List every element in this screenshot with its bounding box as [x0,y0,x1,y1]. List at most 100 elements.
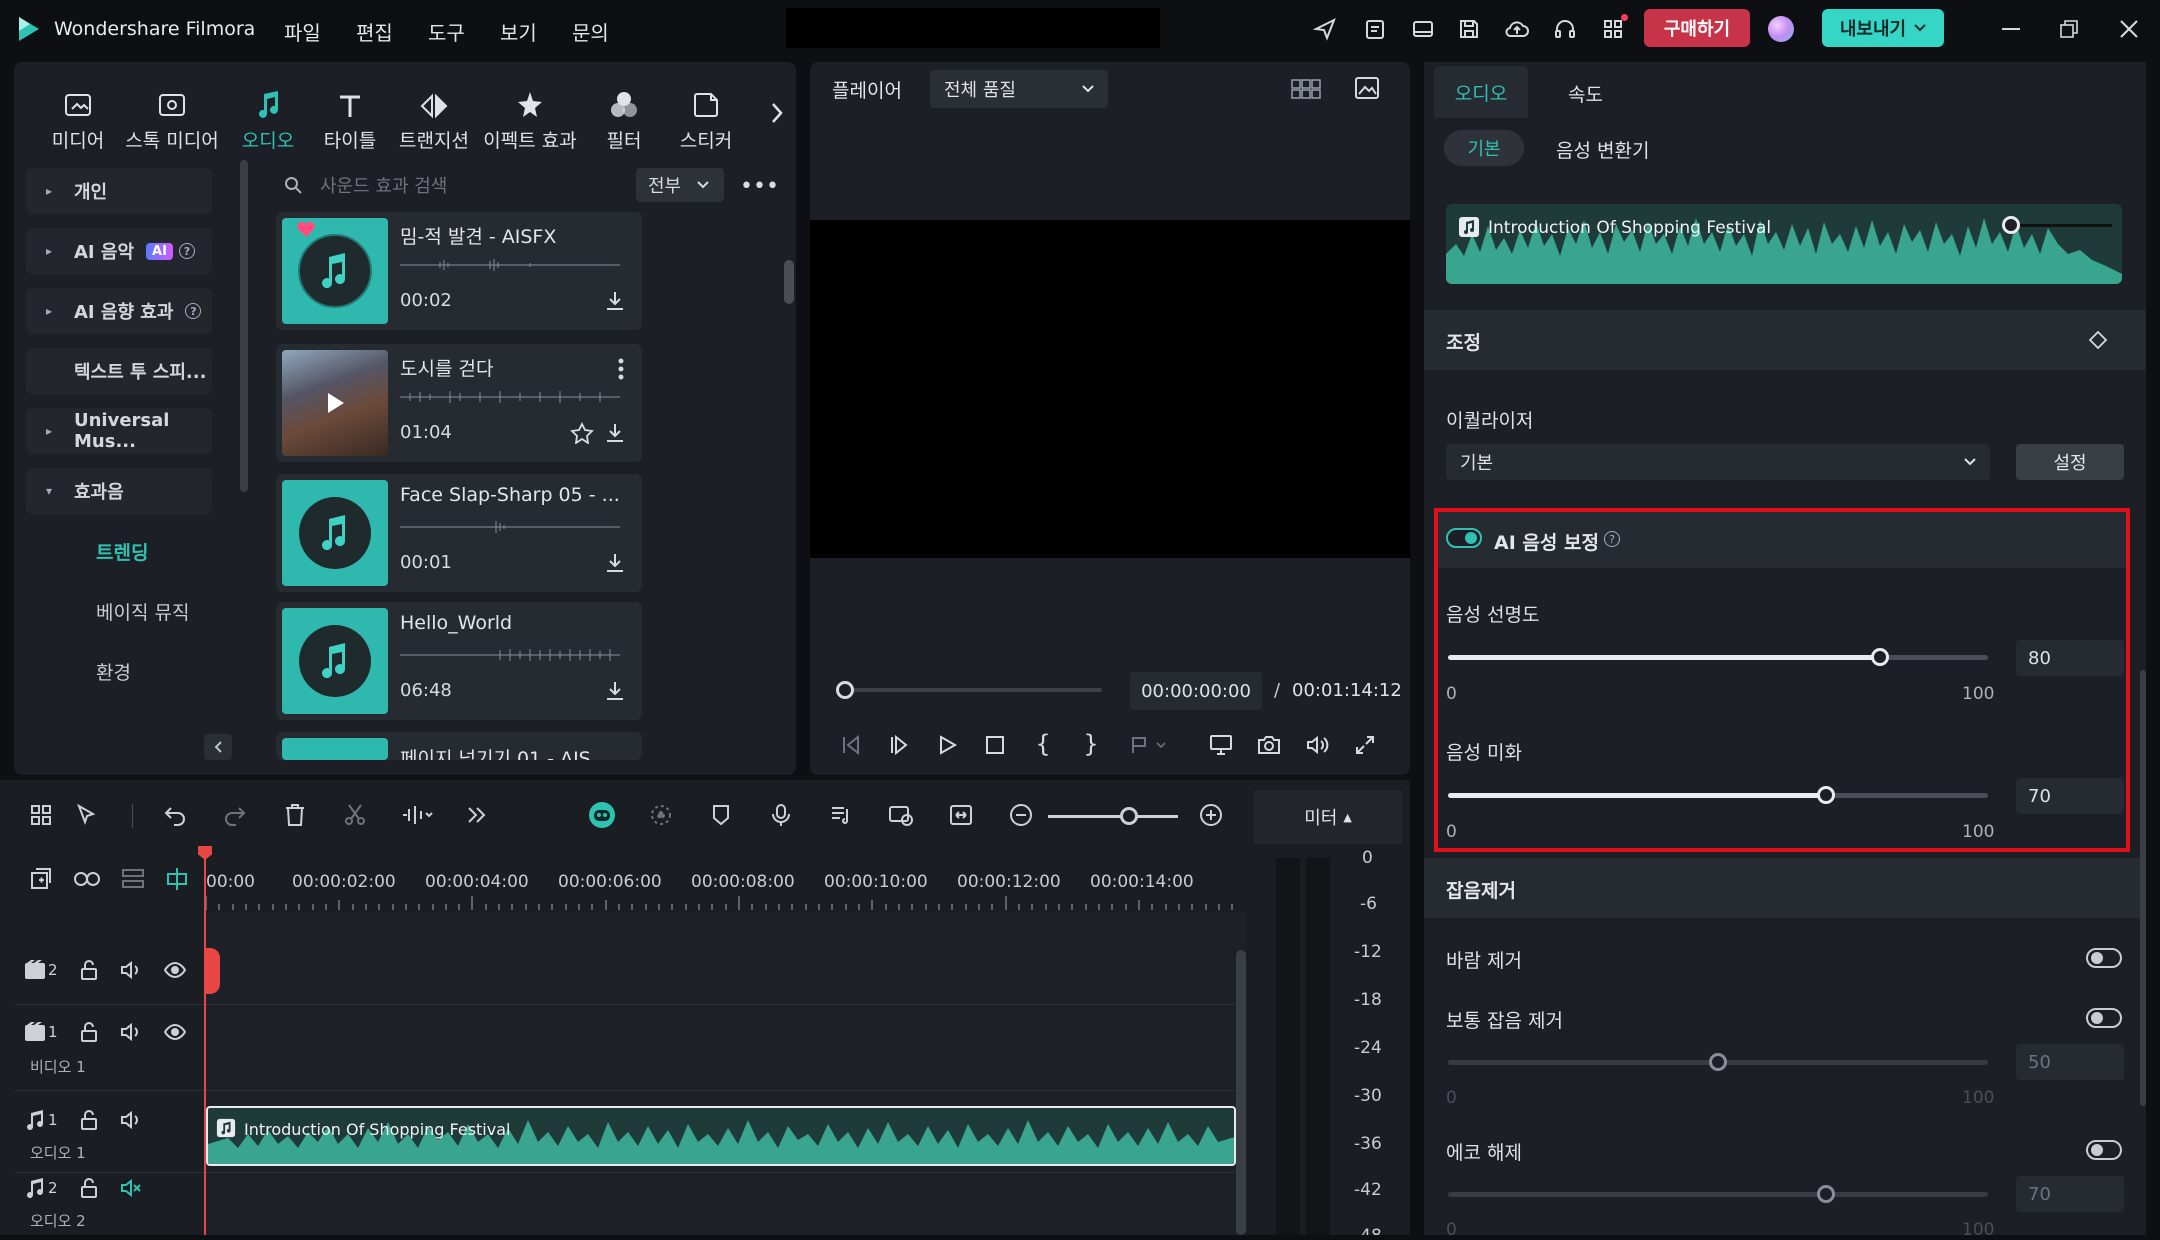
list-item[interactable]: 도시를 걷다 01:04 [276,344,642,462]
tab-audio-properties[interactable]: 오디오 [1434,66,1528,118]
list-item[interactable]: 페이지 넘기기 01 - AIS [276,732,642,760]
echo-removal-toggle[interactable] [2086,1140,2122,1160]
subtab-basic[interactable]: 기본 [1444,130,1524,166]
export-button[interactable]: 내보내기 [1822,9,1944,47]
help-icon[interactable]: ? [178,243,195,259]
undo-icon[interactable] [160,800,190,830]
cloud-upload-icon[interactable] [1502,14,1532,44]
menu-edit[interactable]: 편집 [356,17,393,46]
zoom-out-icon[interactable] [1006,800,1036,830]
list-scrollbar[interactable] [784,260,794,304]
restore-icon[interactable] [2054,14,2084,44]
nav-item-personal[interactable]: ▸ 개인 [26,168,212,214]
lock-icon[interactable] [80,1178,98,1198]
normal-noise-knob[interactable] [1709,1053,1727,1071]
tab-stickers[interactable]: 스티커 [656,88,756,153]
audio-clip-preview[interactable]: Introduction Of Shopping Festival [1446,204,2122,284]
filter-dropdown[interactable]: 전부 [636,168,724,202]
menu-tools[interactable]: 도구 [428,17,465,46]
zoom-slider-knob[interactable] [1120,807,1138,825]
list-item[interactable]: Hello_World 06:48 [276,602,642,720]
link-icon[interactable] [72,864,102,894]
menu-help[interactable]: 문의 [572,17,609,46]
video-preview[interactable] [810,220,1410,558]
meter-header[interactable]: 미터 ▲ [1254,790,1402,844]
tab-effects[interactable]: 이펙트 효과 [478,88,582,153]
nav-item-universal-music[interactable]: ▸ Universal Mus... [26,408,212,454]
stop-icon[interactable] [980,730,1010,760]
list-item[interactable]: 밈-적 발견 - AISFX 00:02 [276,212,642,330]
download-icon[interactable] [604,552,626,574]
wind-removal-toggle[interactable] [2086,948,2122,968]
help-icon[interactable]: ? [185,303,202,319]
buy-button[interactable]: 구매하기 [1644,9,1750,47]
play-frame-icon[interactable] [884,730,914,760]
ai-assistant-icon[interactable] [586,800,618,830]
speaker-muted-icon[interactable] [120,1178,142,1198]
normal-noise-toggle[interactable] [2086,1008,2122,1028]
denoise-section-header[interactable]: 잡음제거 [1424,858,2146,918]
audio-clip[interactable]: Introduction Of Shopping Festival [206,1106,1236,1166]
zoom-in-icon[interactable] [1196,800,1226,830]
speaker-icon[interactable] [120,1110,142,1130]
nav-item-sound-effects[interactable]: ▾ 효과음 [26,468,212,514]
menu-view[interactable]: 보기 [500,17,537,46]
music-list-icon[interactable] [826,800,856,830]
subtab-voice-changer[interactable]: 음성 변환기 [1556,136,1649,163]
tab-media[interactable]: 미디어 [28,88,128,153]
add-track-icon[interactable] [26,864,56,894]
tab-stock-media[interactable]: 스톡 미디어 [122,88,222,153]
layout-grid-icon[interactable] [26,800,56,830]
snap-icon[interactable] [162,864,192,894]
send-icon[interactable] [1310,14,1340,44]
camera-snapshot-icon[interactable] [1254,730,1284,760]
shield-marker-icon[interactable] [706,800,736,830]
nav-item-text-to-speech[interactable]: 텍스트 투 스피... [26,348,212,394]
snapshot-view-icon[interactable] [1352,74,1382,102]
download-icon[interactable] [604,680,626,702]
previous-frame-icon[interactable] [836,730,866,760]
echo-removal-slider[interactable] [1448,1192,1988,1197]
download-icon[interactable] [604,290,626,312]
fit-icon[interactable] [946,800,976,830]
mark-in-icon[interactable]: { [1028,728,1058,760]
adjust-section-header[interactable]: 조정 [1424,310,2146,370]
delete-icon[interactable] [280,800,310,830]
more-tools-icon[interactable] [462,800,492,830]
scissors-icon[interactable] [340,800,370,830]
speaker-icon[interactable] [120,1022,142,1042]
keyframe-diamond-icon[interactable] [2088,330,2108,350]
nav-item-ai-music[interactable]: ▸ AI 음악 AI ? [26,228,212,274]
layout-icon[interactable] [1408,14,1438,44]
download-icon[interactable] [604,422,626,444]
redo-icon[interactable] [220,800,250,830]
equalizer-settings-button[interactable]: 설정 [2016,444,2124,480]
headset-icon[interactable] [1550,14,1580,44]
lock-icon[interactable] [80,1110,98,1130]
toolbar-next-icon[interactable] [764,96,790,130]
sub-item-trending[interactable]: 트렌딩 [96,538,148,565]
zoom-slider-track[interactable] [1048,815,1178,818]
nav-item-ai-sound-effects[interactable]: ▸ AI 음향 효과 ? [26,288,212,334]
track-manager-icon[interactable] [118,864,148,894]
playhead-knob[interactable] [836,681,854,699]
clip-edge-marker[interactable] [206,948,220,994]
fullscreen-icon[interactable] [1350,730,1380,760]
more-vertical-icon[interactable] [618,358,624,380]
audio-tools-icon[interactable] [396,800,436,830]
equalizer-dropdown[interactable]: 기본 [1446,444,1990,480]
minimize-icon[interactable] [1996,14,2026,44]
search-input[interactable]: 사운드 효과 검색 [320,172,620,198]
clipboard-icon[interactable] [1360,14,1390,44]
render-icon[interactable] [646,800,676,830]
marker-dropdown-icon[interactable] [1124,730,1172,760]
avatar[interactable] [1768,16,1794,42]
playback-progress-track[interactable] [844,688,1102,692]
display-icon[interactable] [1206,730,1236,760]
lock-icon[interactable] [80,960,98,980]
clip-volume-knob[interactable] [2002,216,2020,234]
speaker-icon[interactable] [120,960,142,980]
timeline-playhead-line[interactable] [204,850,206,1235]
sub-item-ambient[interactable]: 환경 [96,658,131,685]
save-icon[interactable] [1454,14,1484,44]
